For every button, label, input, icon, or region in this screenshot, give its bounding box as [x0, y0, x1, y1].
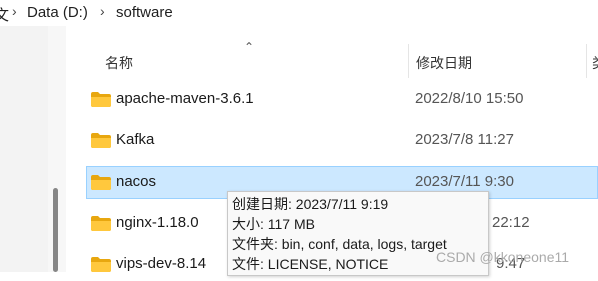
column-header-name[interactable]: 名称: [105, 53, 133, 73]
tooltip-created-date: 创建日期: 2023/7/11 9:19: [232, 196, 389, 212]
file-modified-date-partial: 22:12: [492, 214, 530, 231]
breadcrumb-item-folder[interactable]: software: [116, 4, 173, 21]
column-divider[interactable]: [586, 44, 587, 78]
folder-icon: [91, 216, 111, 231]
file-modified-date: 2023/7/11 9:30: [415, 173, 514, 190]
navigation-scrollbar-thumb[interactable]: [53, 188, 58, 272]
file-modified-date: 2023/7/8 11:27: [415, 131, 514, 148]
folder-icon: [91, 257, 111, 272]
breadcrumb-item-drive[interactable]: Data (D:): [27, 4, 88, 21]
chevron-right-icon[interactable]: ›: [12, 3, 17, 19]
sort-up-icon: ⌃: [244, 40, 255, 54]
column-header-modified[interactable]: 修改日期: [416, 53, 472, 73]
file-name: apache-maven-3.6.1: [116, 90, 254, 107]
folder-icon: [91, 92, 111, 107]
file-row[interactable]: apache-maven-3.6.1 2022/8/10 15:50: [86, 83, 598, 116]
file-modified-date: 2022/8/10 15:50: [415, 90, 524, 107]
breadcrumb-item-clipped[interactable]: 文: [0, 4, 9, 25]
file-name: vips-dev-8.14: [116, 255, 207, 272]
file-name: Kafka: [116, 131, 155, 148]
column-header-type-clipped[interactable]: 类: [592, 53, 598, 73]
tooltip-size: 大小: 117 MB: [232, 216, 315, 232]
navigation-pane[interactable]: [0, 26, 48, 272]
folder-icon: [91, 175, 111, 190]
breadcrumb: 文 › Data (D:) › software: [0, 0, 598, 26]
chevron-right-icon[interactable]: ›: [100, 3, 105, 19]
watermark: CSDN @kkoneone11: [436, 249, 570, 265]
file-name: nacos: [116, 173, 157, 190]
column-divider[interactable]: [408, 44, 409, 78]
file-name: nginx-1.18.0: [116, 214, 199, 231]
file-row[interactable]: Kafka 2023/7/8 11:27: [86, 124, 598, 157]
folder-icon: [91, 133, 111, 148]
